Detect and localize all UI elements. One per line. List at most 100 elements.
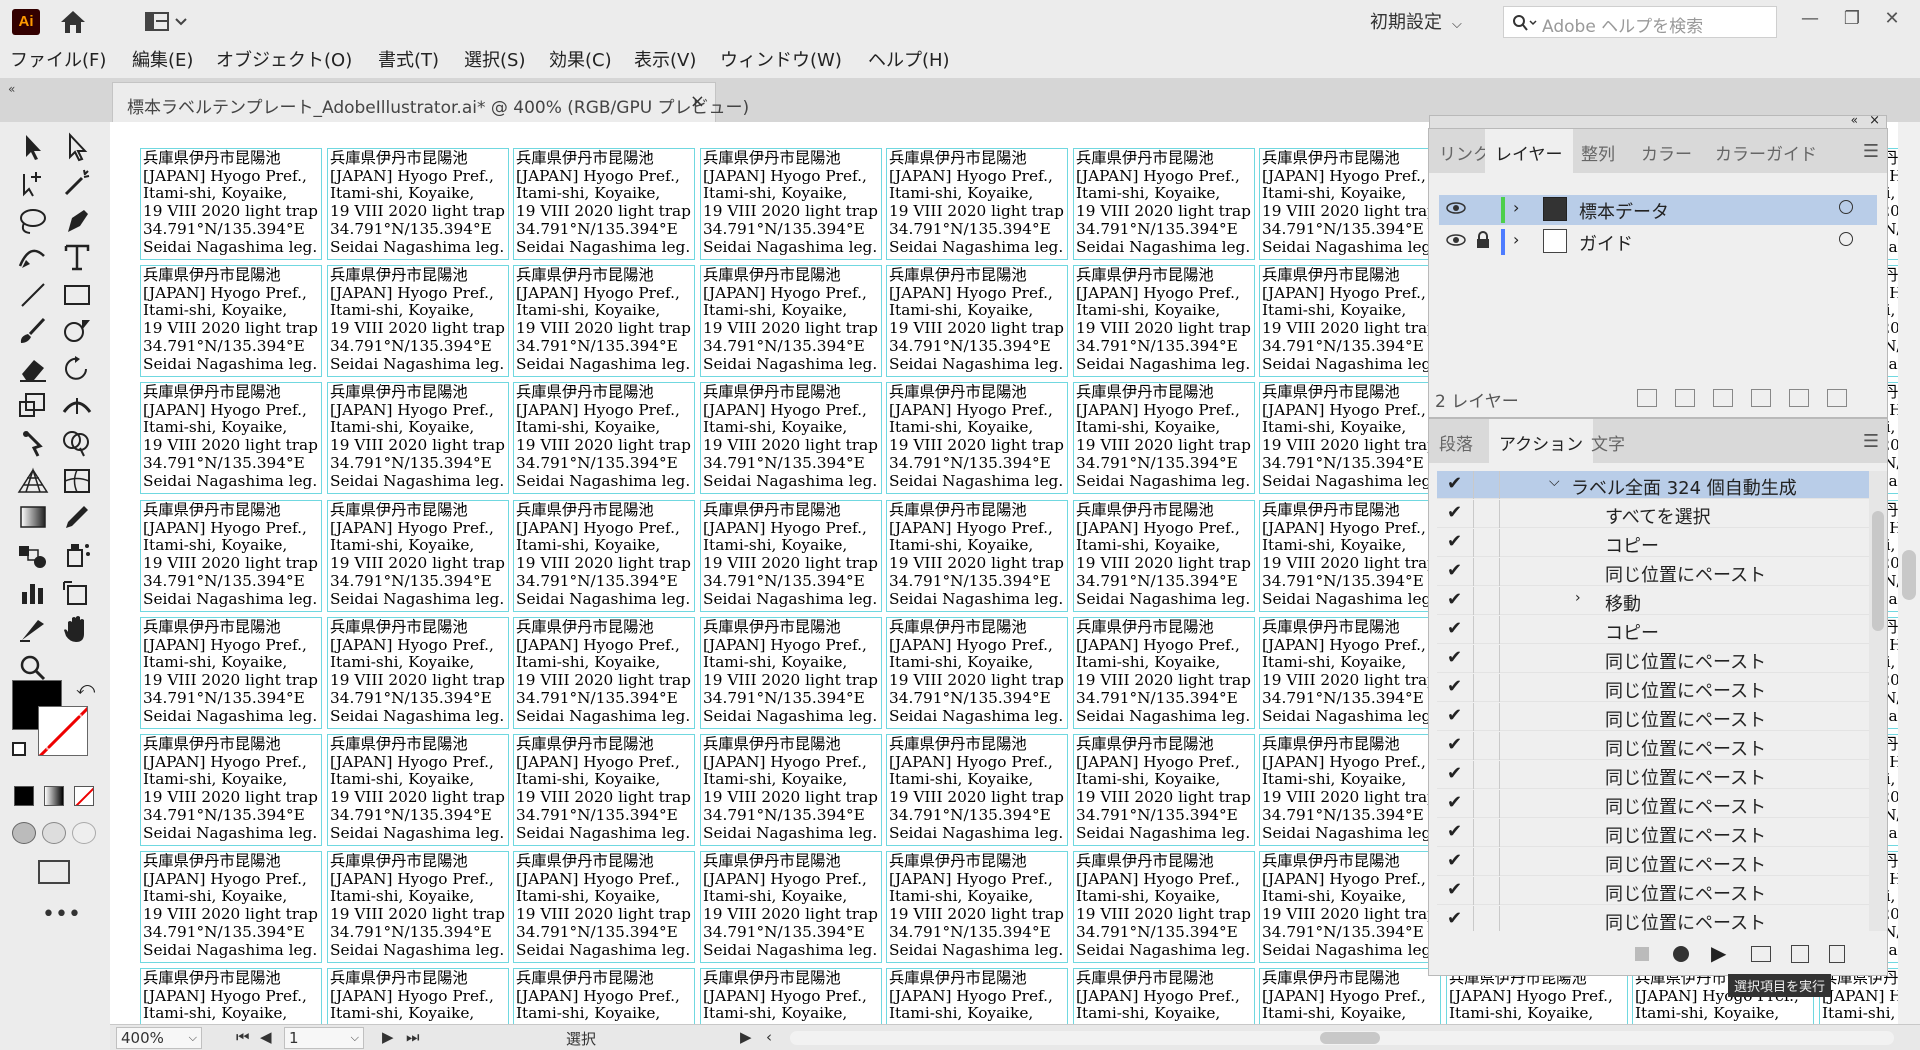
magic-wand-tool-icon[interactable]	[60, 168, 94, 198]
chevron-down-icon[interactable]: ⌵	[1549, 474, 1560, 490]
checkmark-icon[interactable]: ✔	[1447, 676, 1462, 697]
home-icon[interactable]	[58, 8, 88, 36]
layer-row[interactable]: › 標本データ	[1439, 195, 1877, 225]
specimen-label[interactable]: 兵庫県伊丹市昆陽池[JAPAN] Hyogo Pref.,Itami-shi, …	[140, 148, 322, 260]
none-mode-icon[interactable]	[74, 786, 94, 806]
artboard-tool-icon[interactable]	[60, 578, 94, 608]
lock-icon[interactable]	[1475, 231, 1491, 254]
panel-menu-icon[interactable]: ☰	[1863, 431, 1879, 452]
eyedropper-tool-icon[interactable]	[60, 502, 94, 532]
pen-tool-icon[interactable]	[60, 206, 94, 236]
specimen-label[interactable]: 兵庫県伊丹市昆陽池[JAPAN] Hyogo Pref.,Itami-shi, …	[886, 382, 1068, 494]
specimen-label[interactable]: 兵庫県伊丹市昆陽池[JAPAN] Hyogo Pref.,Itami-shi, …	[1073, 617, 1255, 729]
specimen-label[interactable]: 兵庫県伊丹市昆陽池[JAPAN] Hyogo Pref.,Itami-shi, …	[700, 500, 882, 612]
specimen-label[interactable]: 兵庫県伊丹市昆陽池[JAPAN] Hyogo Pref.,Itami-shi, …	[886, 148, 1068, 260]
clipping-mask-icon[interactable]	[1713, 389, 1733, 407]
stroke-color-swatch[interactable]	[38, 706, 88, 756]
specimen-label[interactable]: 兵庫県伊丹市昆陽池[JAPAN] Hyogo Pref.,Itami-shi, …	[1259, 734, 1441, 846]
gradient-mode-icon[interactable]	[44, 786, 64, 806]
paintbrush-tool-icon[interactable]	[16, 316, 50, 346]
action-step-row[interactable]: ✔ 同じ位置にペースト	[1437, 790, 1869, 818]
checkmark-icon[interactable]: ✔	[1447, 821, 1462, 842]
layer-row[interactable]: › ガイド	[1439, 227, 1877, 257]
specimen-label[interactable]: 兵庫県伊丹市昆陽池[JAPAN] Hyogo Pref.,Itami-shi, …	[140, 968, 322, 1024]
eye-icon[interactable]	[1445, 230, 1467, 255]
scroll-thumb[interactable]	[1872, 511, 1884, 631]
specimen-label[interactable]: 兵庫県伊丹市昆陽池[JAPAN] Hyogo Pref.,Itami-shi, …	[140, 382, 322, 494]
specimen-label[interactable]: 兵庫県伊丹市昆陽池[JAPAN] Hyogo Pref.,Itami-shi, …	[140, 265, 322, 377]
specimen-label[interactable]: 兵庫県伊丹市昆陽池[JAPAN] Hyogo Pref.,Itami-shi, …	[327, 382, 509, 494]
tab-color[interactable]: カラー	[1631, 129, 1702, 173]
action-step-row[interactable]: ✔ 同じ位置にペースト	[1437, 906, 1869, 931]
locate-object-icon[interactable]	[1675, 389, 1695, 407]
action-set-row[interactable]: ✔ ⌵ ラベル全面 324 個自動生成	[1437, 471, 1869, 499]
export-icon[interactable]	[1637, 389, 1657, 407]
action-step-row[interactable]: ✔ 同じ位置にペースト	[1437, 819, 1869, 847]
menu-select[interactable]: 選択(S)	[464, 46, 525, 72]
action-step-row[interactable]: ✔ すべてを選択	[1437, 500, 1869, 528]
panel-menu-icon[interactable]: ☰	[1863, 141, 1879, 162]
specimen-label[interactable]: 兵庫県伊丹市昆陽池[JAPAN] Hyogo Pref.,Itami-shi, …	[140, 500, 322, 612]
shaper-tool-icon[interactable]	[60, 316, 94, 346]
target-icon[interactable]	[1839, 200, 1853, 214]
specimen-label[interactable]: 兵庫県伊丹市昆陽池[JAPAN] Hyogo Pref.,Itami-shi, …	[1259, 617, 1441, 729]
specimen-label[interactable]: 兵庫県伊丹市昆陽池[JAPAN] Hyogo Pref.,Itami-shi, …	[886, 968, 1068, 1024]
close-panels-icon[interactable]: ×	[1869, 113, 1880, 128]
column-graph-tool-icon[interactable]	[16, 578, 50, 608]
new-layer-icon[interactable]	[1789, 389, 1809, 407]
workspace-preset-dropdown[interactable]: 初期設定 ⌵	[1370, 8, 1462, 34]
specimen-label[interactable]: 兵庫県伊丹市昆陽池[JAPAN] Hyogo Pref.,Itami-shi, …	[1073, 148, 1255, 260]
checkmark-icon[interactable]: ✔	[1447, 734, 1462, 755]
specimen-label[interactable]: 兵庫県伊丹市昆陽池[JAPAN] Hyogo Pref.,Itami-shi, …	[1073, 265, 1255, 377]
specimen-label[interactable]: 兵庫県伊丹市昆陽池[JAPAN] Hyogo Pref.,Itami-shi, …	[140, 851, 322, 963]
menu-type[interactable]: 書式(T)	[378, 46, 439, 72]
action-step-row[interactable]: ✔ 同じ位置にペースト	[1437, 732, 1869, 760]
screen-mode-icon[interactable]	[38, 860, 70, 884]
color-mode-icon[interactable]	[14, 786, 34, 806]
specimen-label[interactable]: 兵庫県伊丹市昆陽池[JAPAN] Hyogo Pref.,Itami-shi, …	[513, 617, 695, 729]
specimen-label[interactable]: 兵庫県伊丹市昆陽池[JAPAN] Hyogo Pref.,Itami-shi, …	[886, 617, 1068, 729]
tab-color-guide[interactable]: カラーガイド	[1705, 129, 1827, 173]
scroll-thumb[interactable]	[1902, 550, 1916, 600]
action-step-row[interactable]: ✔ コピー	[1437, 529, 1869, 557]
status-menu-icon[interactable]: ▶	[740, 1028, 752, 1046]
specimen-label[interactable]: 兵庫県伊丹市昆陽池[JAPAN] Hyogo Pref.,Itami-shi, …	[700, 617, 882, 729]
specimen-label[interactable]: 兵庫県伊丹市昆陽池[JAPAN] Hyogo Pref.,Itami-shi, …	[1259, 148, 1441, 260]
trash-icon[interactable]	[1829, 945, 1845, 963]
line-segment-tool-icon[interactable]	[16, 280, 50, 310]
scale-tool-icon[interactable]	[16, 390, 50, 420]
first-artboard-icon[interactable]: ⏮	[236, 1028, 250, 1046]
specimen-label[interactable]: 兵庫県伊丹市昆陽池[JAPAN] Hyogo Pref.,Itami-shi, …	[1259, 382, 1441, 494]
next-artboard-icon[interactable]: ▶	[382, 1028, 394, 1046]
last-artboard-icon[interactable]: ⏭	[406, 1028, 420, 1046]
specimen-label[interactable]: 兵庫県伊丹市昆陽池[JAPAN] Hyogo Pref.,Itami-shi, …	[700, 968, 882, 1024]
checkmark-icon[interactable]: ✔	[1447, 589, 1462, 610]
actions-scrollbar[interactable]	[1869, 471, 1887, 931]
direct-selection-tool-icon[interactable]	[60, 132, 94, 162]
collapse-toolbar-icon[interactable]: «	[8, 82, 15, 96]
eye-icon[interactable]	[1445, 198, 1467, 223]
specimen-label[interactable]: 兵庫県伊丹市昆陽池[JAPAN] Hyogo Pref.,Itami-shi, …	[513, 851, 695, 963]
action-step-row[interactable]: ✔ 同じ位置にペースト	[1437, 877, 1869, 905]
tab-paragraph[interactable]: 段落	[1429, 419, 1483, 463]
checkmark-icon[interactable]: ✔	[1447, 618, 1462, 639]
specimen-label[interactable]: 兵庫県伊丹市昆陽池[JAPAN] Hyogo Pref.,Itami-shi, …	[886, 734, 1068, 846]
trash-icon[interactable]	[1827, 389, 1847, 407]
specimen-label[interactable]: 兵庫県伊丹市昆陽池[JAPAN] Hyogo Pref.,Itami-shi, …	[327, 968, 509, 1024]
menu-help[interactable]: ヘルプ(H)	[868, 46, 950, 72]
specimen-label[interactable]: 兵庫県伊丹市昆陽池[JAPAN] Hyogo Pref.,Itami-shi, …	[700, 382, 882, 494]
specimen-label[interactable]: 兵庫県伊丹市昆陽池[JAPAN] Hyogo Pref.,Itami-shi, …	[513, 968, 695, 1024]
puppet-warp-tool-icon[interactable]	[16, 428, 50, 458]
mesh-tool-icon[interactable]	[60, 466, 94, 496]
specimen-label[interactable]: 兵庫県伊丹市昆陽池[JAPAN] Hyogo Pref.,Itami-shi, …	[886, 851, 1068, 963]
workspace-switcher-icon[interactable]	[144, 10, 192, 34]
action-step-row[interactable]: ✔ コピー	[1437, 616, 1869, 644]
action-step-row[interactable]: ✔ 同じ位置にペースト	[1437, 645, 1869, 673]
artboard-number-field[interactable]: 1 ⌵	[284, 1027, 364, 1049]
tab-character[interactable]: 文字	[1581, 419, 1635, 463]
menu-effect[interactable]: 効果(C)	[549, 46, 612, 72]
specimen-label[interactable]: 兵庫県伊丹市昆陽池[JAPAN] Hyogo Pref.,Itami-shi, …	[1073, 968, 1255, 1024]
draw-normal-icon[interactable]	[12, 822, 36, 844]
specimen-label[interactable]: 兵庫県伊丹市昆陽池[JAPAN] Hyogo Pref.,Itami-shi, …	[327, 617, 509, 729]
symbol-sprayer-tool-icon[interactable]	[60, 540, 94, 570]
